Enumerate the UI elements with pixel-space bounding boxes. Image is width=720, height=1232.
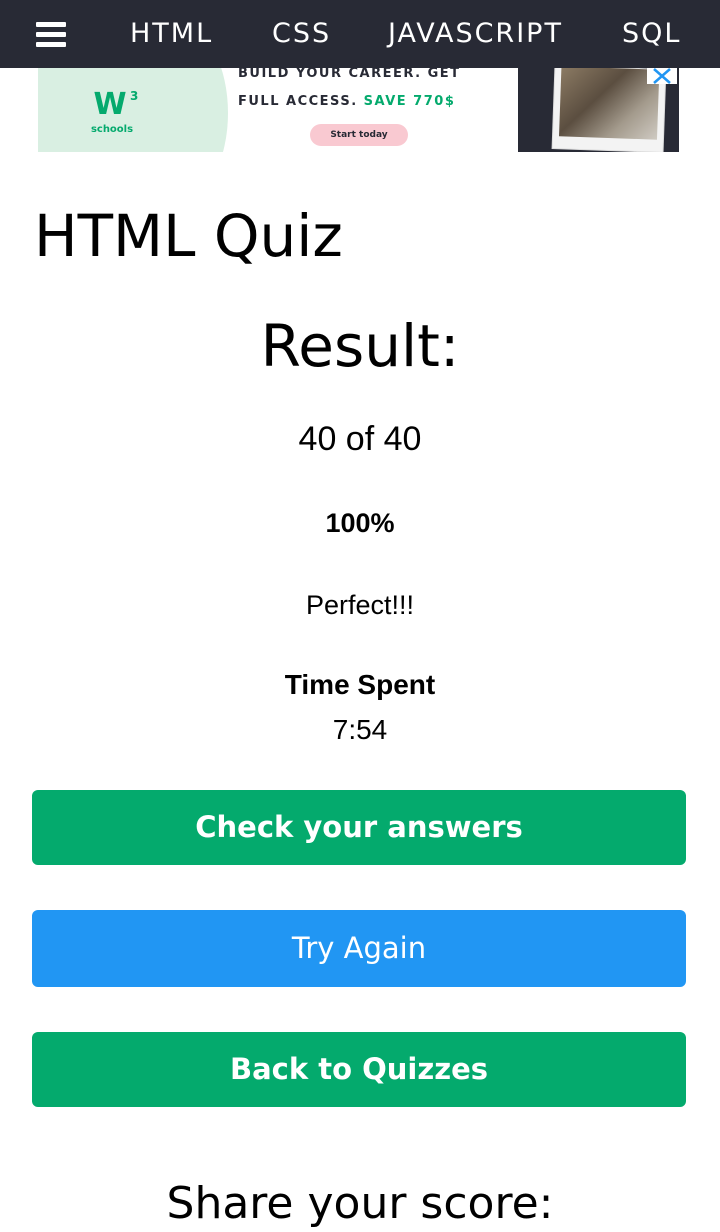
ad-banner[interactable]: W 3 schools BUILD YOUR CAREER. GET FULL … (38, 68, 679, 152)
ad-start-today-button[interactable]: Start today (310, 124, 408, 146)
check-answers-button[interactable]: Check your answers (32, 790, 686, 865)
logo-letter: W (93, 87, 126, 122)
back-to-quizzes-button[interactable]: Back to Quizzes (32, 1032, 686, 1107)
top-navigation-bar: HTML CSS JAVASCRIPT SQL (0, 0, 720, 68)
time-spent-value: 7:54 (332, 714, 388, 745)
logo-superscript: 3 (130, 89, 138, 103)
ad-headline-prefix: FULL ACCESS. (238, 94, 358, 109)
logo-subtext: schools (91, 124, 133, 135)
score-text: 40 of 40 (298, 420, 422, 458)
hamburger-menu-icon[interactable] (36, 22, 66, 48)
ad-headline-line1: BUILD YOUR CAREER. GET (238, 68, 461, 81)
close-icon[interactable] (647, 68, 677, 84)
ad-logo-background-curve (138, 68, 228, 152)
nav-link-javascript[interactable]: JAVASCRIPT (388, 0, 563, 68)
ad-headline-highlight: SAVE 770$ (363, 94, 456, 109)
nav-link-html[interactable]: HTML (130, 0, 213, 68)
page-title: HTML Quiz (34, 202, 343, 270)
percent-text: 100% (325, 508, 395, 538)
share-score-heading: Share your score: (166, 1178, 554, 1229)
ad-headline-line2: FULL ACCESS. SAVE 770$ (238, 94, 455, 109)
grade-text: Perfect!!! (305, 590, 415, 620)
nav-link-sql[interactable]: SQL (622, 0, 681, 68)
w3schools-logo: W 3 schools (88, 80, 148, 140)
time-spent-label: Time Spent (284, 669, 436, 700)
result-heading: Result: (260, 312, 460, 380)
try-again-button[interactable]: Try Again (32, 910, 686, 987)
nav-link-css[interactable]: CSS (272, 0, 331, 68)
ad-photo-image (559, 68, 660, 140)
